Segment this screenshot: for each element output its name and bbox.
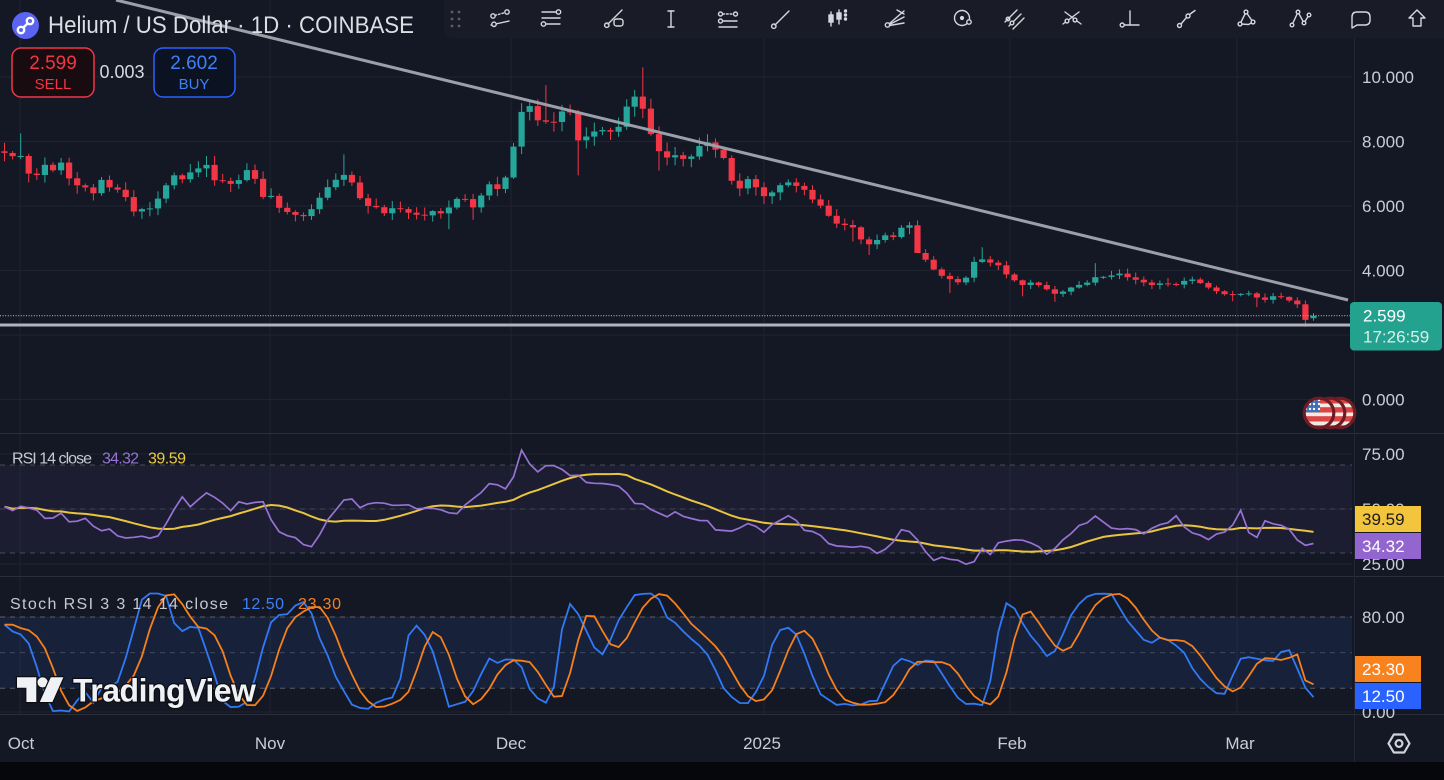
svg-text:12.50: 12.50 [1362, 687, 1405, 706]
svg-text:2.599: 2.599 [29, 53, 77, 74]
svg-text:34.32: 34.32 [102, 451, 139, 468]
svg-text:80.00: 80.00 [1362, 608, 1405, 627]
svg-text:6.000: 6.000 [1362, 197, 1405, 216]
svg-text:4.000: 4.000 [1362, 262, 1405, 281]
svg-text:SELL: SELL [35, 76, 72, 93]
svg-text:BUY: BUY [179, 76, 210, 93]
svg-text:Oct: Oct [8, 734, 35, 753]
svg-text:10.000: 10.000 [1362, 68, 1414, 87]
svg-text:39.59: 39.59 [1362, 510, 1405, 529]
svg-text:34.32: 34.32 [1362, 537, 1405, 556]
svg-text:0.000: 0.000 [1362, 391, 1405, 410]
svg-text:23.30: 23.30 [298, 596, 341, 613]
svg-text:0.003: 0.003 [99, 62, 144, 82]
svg-text:17:26:59: 17:26:59 [1363, 328, 1429, 347]
svg-text:39.59: 39.59 [148, 451, 186, 468]
svg-text:Mar: Mar [1225, 734, 1255, 753]
svg-text:2.602: 2.602 [170, 53, 218, 74]
svg-text:23.30: 23.30 [1362, 660, 1405, 679]
svg-text:8.000: 8.000 [1362, 133, 1405, 152]
svg-text:TradingView: TradingView [73, 673, 256, 709]
svg-text:75.00: 75.00 [1362, 445, 1405, 464]
svg-text:12.50: 12.50 [242, 596, 284, 613]
svg-text:2025: 2025 [743, 734, 781, 753]
svg-text:Stoch RSI 3 3 14 14 close: Stoch RSI 3 3 14 14 close [10, 596, 228, 613]
svg-text:Dec: Dec [496, 734, 527, 753]
svg-text:2.599: 2.599 [1363, 307, 1406, 326]
svg-text:RSI 14 close: RSI 14 close [12, 451, 92, 468]
svg-text:Helium / US Dollar · 1D · COIN: Helium / US Dollar · 1D · COINBASE [48, 12, 414, 39]
svg-text:Nov: Nov [255, 734, 286, 753]
svg-text:Feb: Feb [997, 734, 1026, 753]
